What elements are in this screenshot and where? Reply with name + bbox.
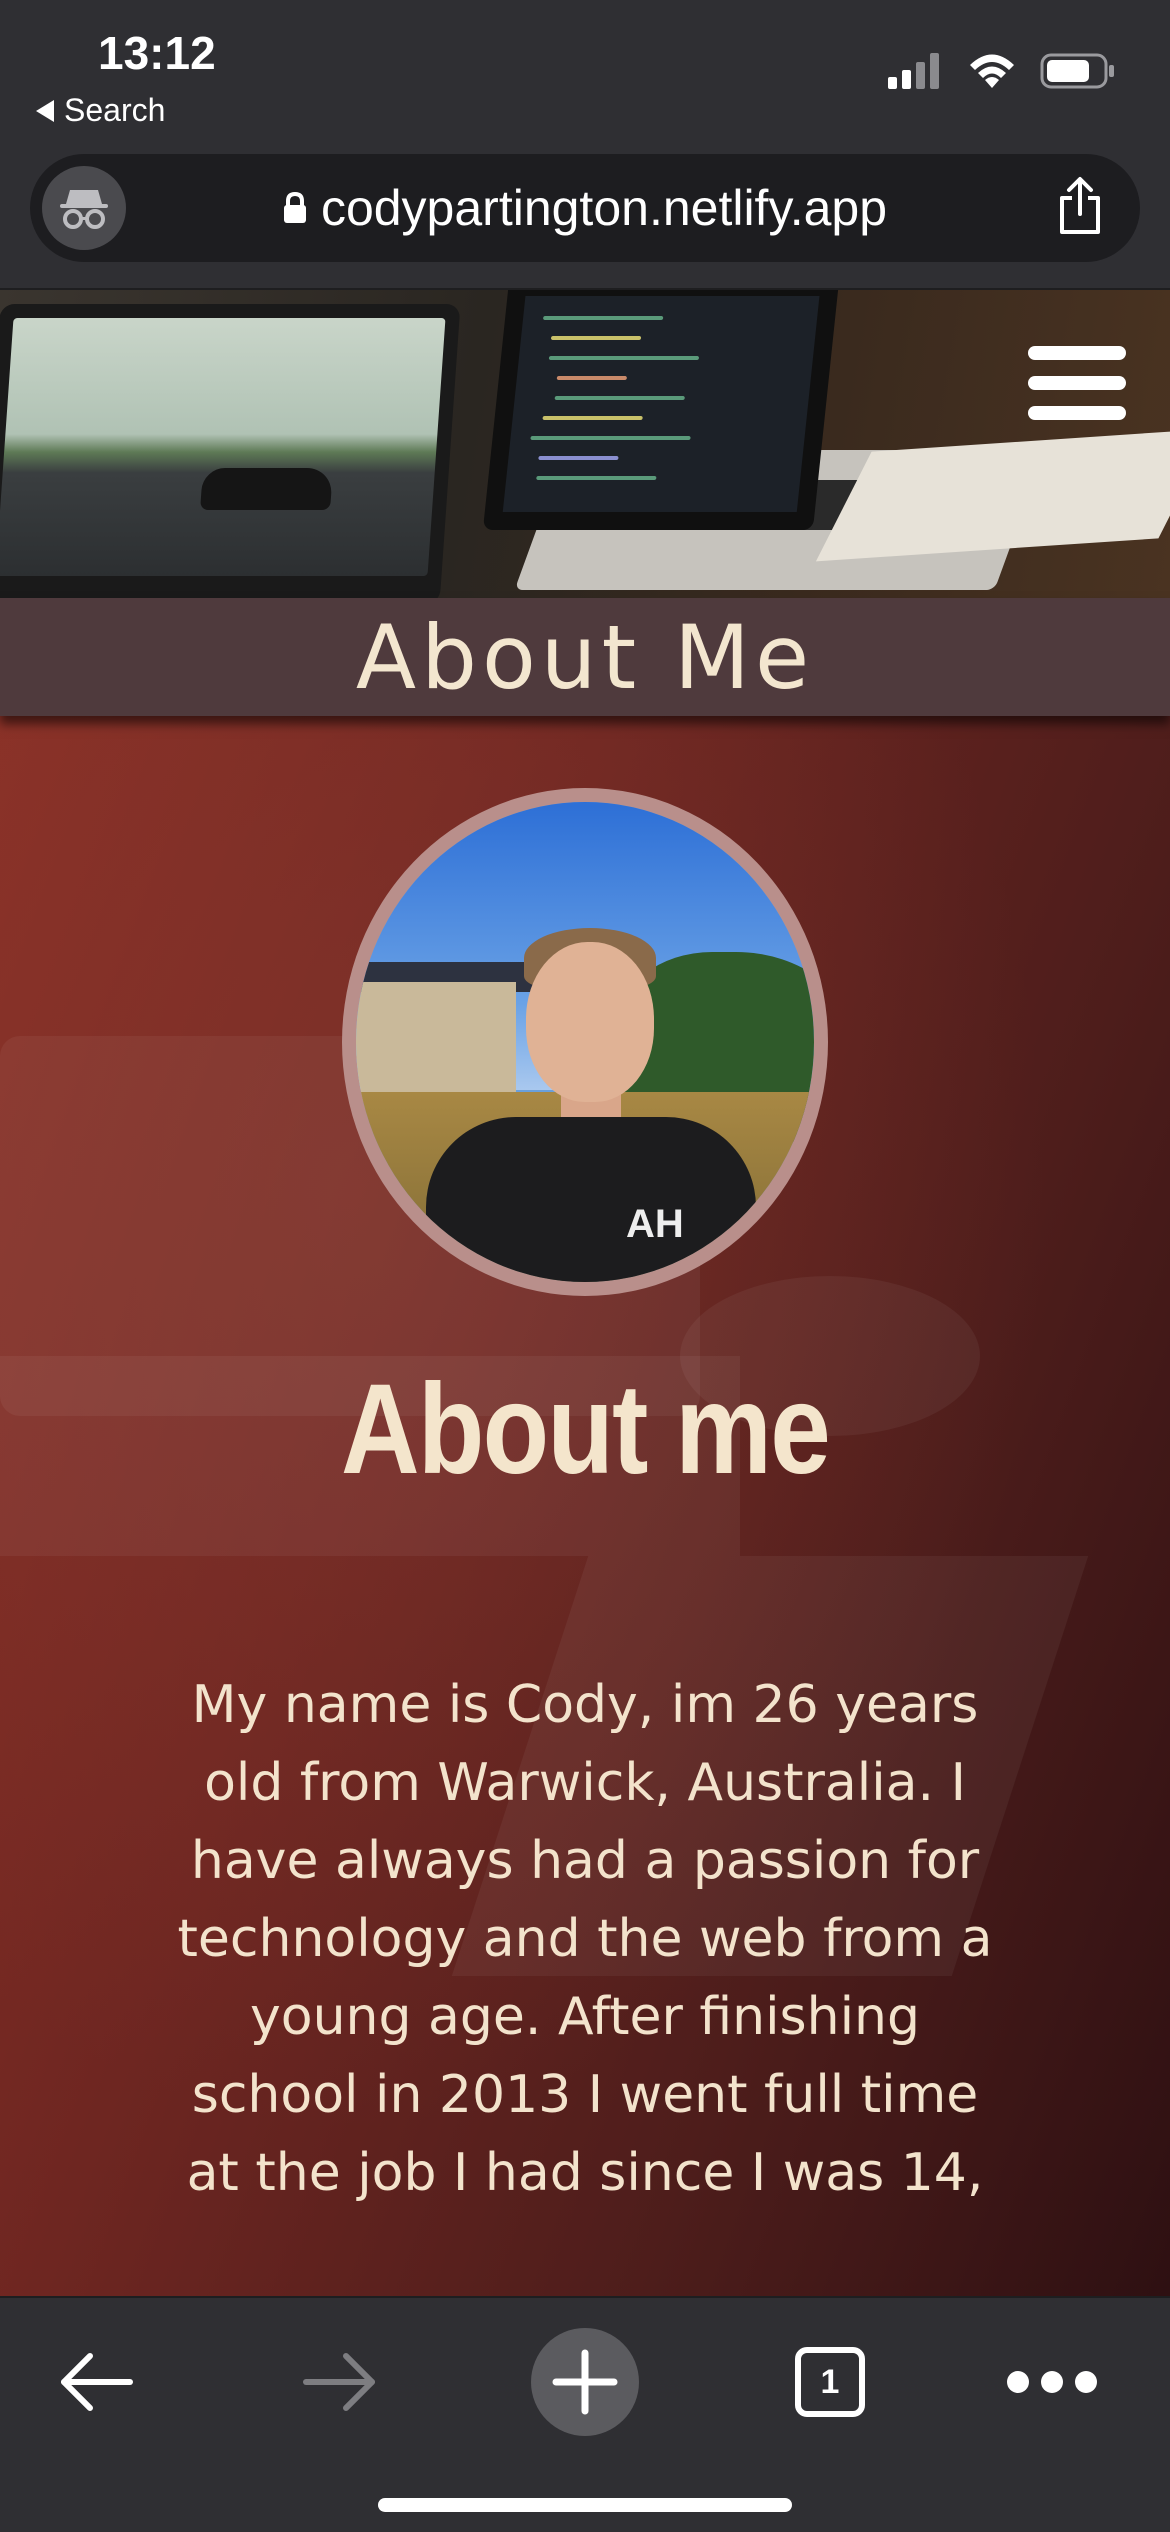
about-paragraph: My name is Cody, im 26 years old from Wa… (177, 1675, 993, 2203)
status-icons (888, 52, 1116, 90)
forward-arrow-icon (303, 2353, 375, 2411)
lock-icon (283, 192, 306, 223)
browser-toolbar: 1 (0, 2296, 1170, 2532)
laptop-illustration (0, 304, 461, 598)
tabs-icon: 1 (795, 2347, 865, 2417)
home-indicator[interactable] (378, 2498, 792, 2512)
about-section: AH About me My name is Cody, im 26 years… (0, 716, 1170, 2296)
more-button[interactable] (992, 2326, 1112, 2438)
notebook-graphic (815, 428, 1170, 562)
section-title: About Me (355, 605, 815, 709)
back-button[interactable] (36, 2326, 156, 2438)
car-graphic (200, 468, 334, 510)
back-arrow-icon (61, 2353, 133, 2411)
tabs-button[interactable]: 1 (770, 2326, 890, 2438)
new-tab-plus-icon (531, 2328, 639, 2436)
back-app-label: Search (64, 92, 166, 128)
status-bar: 13:12 Search (0, 0, 1170, 148)
hero-banner-image (0, 290, 1170, 598)
cellular-signal-icon (888, 53, 939, 89)
back-triangle-icon (36, 99, 54, 122)
more-icon (1007, 2371, 1097, 2393)
section-title-bar: About Me (0, 598, 1170, 716)
wifi-icon (970, 54, 1014, 88)
status-time: 13:12 (98, 27, 216, 79)
back-to-app-button[interactable]: Search (36, 92, 165, 129)
url-display[interactable]: codypartington.netlify.app (30, 154, 1140, 262)
shirt-logo: AH (626, 1202, 684, 1246)
forward-button[interactable] (280, 2326, 400, 2438)
tab-count: 1 (820, 2362, 840, 2401)
about-heading: About me (340, 1358, 831, 1501)
new-tab-button[interactable] (525, 2326, 645, 2438)
url-text: codypartington.netlify.app (320, 180, 888, 236)
share-icon[interactable] (1056, 176, 1104, 236)
battery-icon (1040, 53, 1114, 89)
address-bar[interactable]: codypartington.netlify.app (30, 154, 1140, 262)
profile-photo: AH (342, 788, 828, 1296)
hamburger-menu-icon[interactable] (1028, 346, 1126, 420)
code-laptop-illustration (482, 290, 840, 530)
browser-address-area: codypartington.netlify.app (0, 148, 1170, 290)
